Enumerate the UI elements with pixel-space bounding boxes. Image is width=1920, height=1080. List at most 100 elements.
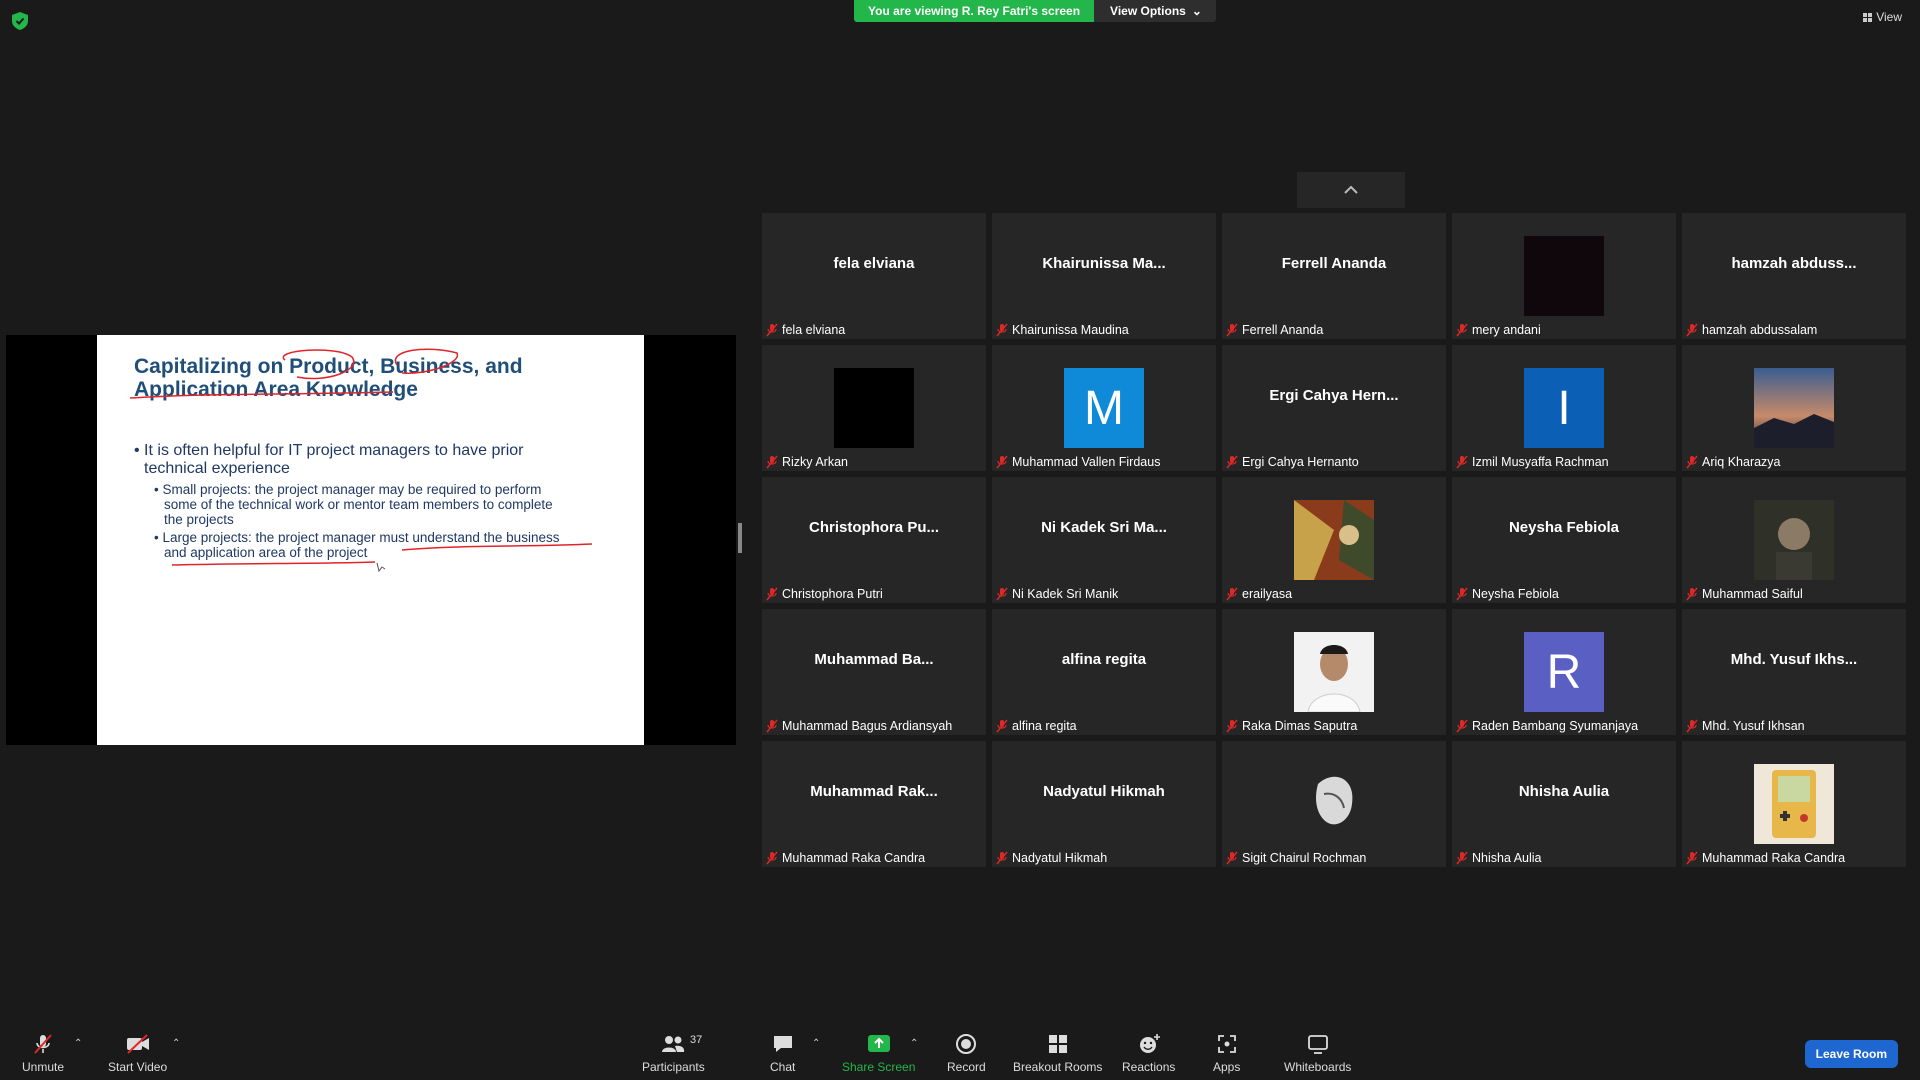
participant-tile[interactable]: alfina regita alfina regita	[992, 609, 1216, 735]
participant-tile[interactable]: Muhammad Raka Candra	[1682, 741, 1906, 867]
breakout-rooms-button[interactable]: Breakout Rooms	[1013, 1032, 1102, 1074]
participant-tile[interactable]: mery andani	[1452, 213, 1676, 339]
participant-display-name: hamzah abduss...	[1731, 255, 1857, 272]
participant-name: Muhammad Vallen Firdaus	[1012, 455, 1161, 469]
leave-room-button[interactable]: Leave Room	[1804, 1040, 1898, 1068]
participant-tile[interactable]: Mhd. Yusuf Ikhs... Mhd. Yusuf Ikhsan	[1682, 609, 1906, 735]
meeting-toolbar: Unmute ⌃ Start Video ⌃ Participants 37 C…	[0, 1018, 1920, 1080]
participant-nameplate: Rizky Arkan	[766, 455, 848, 469]
participant-tile[interactable]: Ariq Kharazya	[1682, 345, 1906, 471]
participant-gallery: fela elviana fela elviana Khairunissa Ma..…	[762, 213, 1908, 867]
participant-tile[interactable]: fela elviana fela elviana	[762, 213, 986, 339]
participant-photo-avatar	[1294, 764, 1374, 844]
participant-tile[interactable]: Muhammad Saiful	[1682, 477, 1906, 603]
participant-tile[interactable]: Neysha Febiola Neysha Febiola	[1452, 477, 1676, 603]
chevron-up-icon	[1344, 185, 1358, 194]
participant-tile[interactable]: Ferrell Ananda Ferrell Ananda	[1222, 213, 1446, 339]
participant-name: Khairunissa Maudina	[1012, 323, 1129, 337]
share-options-caret-icon[interactable]: ⌃	[910, 1038, 918, 1049]
reactions-label: Reactions	[1122, 1060, 1176, 1074]
participant-nameplate: Raden Bambang Syumanjaya	[1456, 719, 1638, 733]
unmute-button[interactable]: Unmute	[22, 1032, 64, 1074]
muted-mic-icon	[766, 719, 778, 733]
start-video-button[interactable]: Start Video	[108, 1032, 167, 1074]
reactions-button[interactable]: Reactions	[1122, 1032, 1175, 1074]
slide-bullet-line: technical experience	[144, 460, 290, 477]
participant-display-name: Mhd. Yusuf Ikhs...	[1730, 651, 1858, 668]
participant-tile[interactable]: I Izmil Musyaffa Rachman	[1452, 345, 1676, 471]
chat-label: Chat	[770, 1060, 796, 1074]
participant-tile[interactable]: Ergi Cahya Hern... Ergi Cahya Hernanto	[1222, 345, 1446, 471]
participant-nameplate: Neysha Febiola	[1456, 587, 1559, 601]
gallery-scroll-up-button[interactable]	[1297, 172, 1405, 208]
chat-options-caret-icon[interactable]: ⌃	[812, 1038, 820, 1049]
chat-button[interactable]: Chat	[770, 1032, 795, 1074]
participant-name: Nhisha Aulia	[1472, 851, 1542, 865]
slide-bullet: • It is often helpful for IT project man…	[134, 442, 614, 478]
participant-name: Muhammad Saiful	[1702, 587, 1803, 601]
participant-tile[interactable]: Raka Dimas Saputra	[1222, 609, 1446, 735]
participant-name: Christophora Putri	[782, 587, 883, 601]
slide-bullet-line: some of the technical work or mentor tea…	[164, 497, 553, 512]
record-label: Record	[947, 1060, 986, 1074]
participant-name: Ni Kadek Sri Manik	[1012, 587, 1119, 601]
participant-display-name: Ergi Cahya Hern...	[1269, 387, 1399, 404]
participant-tile[interactable]: hamzah abduss... hamzah abdussalam	[1682, 213, 1906, 339]
participant-nameplate: Muhammad Vallen Firdaus	[996, 455, 1160, 469]
participant-tile[interactable]: Christophora Pu... Christophora Putri	[762, 477, 986, 603]
video-options-caret-icon[interactable]: ⌃	[172, 1038, 180, 1049]
participant-tile[interactable]: Muhammad Rak... Muhammad Raka Candra	[762, 741, 986, 867]
view-button[interactable]: View	[1863, 10, 1902, 24]
view-options-button[interactable]: View Options ⌄	[1094, 0, 1216, 22]
resize-splitter[interactable]	[738, 523, 742, 553]
participant-photo-avatar	[1754, 764, 1834, 844]
participant-tile[interactable]: erailyasa	[1222, 477, 1446, 603]
participant-nameplate: fela elviana	[766, 323, 845, 337]
slide-body: • It is often helpful for IT project man…	[134, 442, 614, 563]
share-screen-button[interactable]: Share Screen	[842, 1032, 915, 1074]
participant-display-name: Ferrell Ananda	[1281, 255, 1387, 272]
participant-nameplate: Muhammad Raka Candra	[766, 851, 925, 865]
participant-name: alfina regita	[1012, 719, 1077, 733]
presentation-slide: Capitalizing on Product, Business, and A…	[97, 335, 644, 745]
participant-tile[interactable]: Ni Kadek Sri Ma... Ni Kadek Sri Manik	[992, 477, 1216, 603]
participant-name: erailyasa	[1242, 587, 1293, 601]
breakout-rooms-icon	[1048, 1035, 1067, 1053]
security-shield-icon[interactable]	[12, 12, 28, 30]
participant-display-name: Muhammad Ba...	[814, 651, 934, 668]
participant-tile[interactable]: Sigit Chairul Rochman	[1222, 741, 1446, 867]
audio-options-caret-icon[interactable]: ⌃	[74, 1038, 82, 1049]
participant-tile[interactable]: R Raden Bambang Syumanjaya	[1452, 609, 1676, 735]
muted-mic-icon	[1686, 851, 1698, 865]
slide-bullet-line: the projects	[164, 512, 234, 527]
participant-tile[interactable]: Khairunissa Ma... Khairunissa Maudina	[992, 213, 1216, 339]
participant-photo-avatar	[834, 368, 914, 448]
participant-nameplate: Mhd. Yusuf Ikhsan	[1686, 719, 1805, 733]
participant-nameplate: Ferrell Ananda	[1226, 323, 1323, 337]
muted-mic-icon	[766, 323, 778, 337]
participant-tile[interactable]: Muhammad Ba... Muhammad Bagus Ardiansyah	[762, 609, 986, 735]
participant-tile[interactable]: M Muhammad Vallen Firdaus	[992, 345, 1216, 471]
video-off-icon	[126, 1034, 149, 1054]
reactions-icon	[1139, 1034, 1160, 1053]
participant-photo-avatar	[1754, 500, 1834, 580]
participant-name: Ariq Kharazya	[1702, 455, 1781, 469]
whiteboards-button[interactable]: Whiteboards	[1284, 1032, 1351, 1074]
apps-button[interactable]: Apps	[1213, 1032, 1240, 1074]
participant-display-name: Christophora Pu...	[808, 519, 939, 536]
participant-nameplate: Ni Kadek Sri Manik	[996, 587, 1118, 601]
participant-tile[interactable]: Rizky Arkan	[762, 345, 986, 471]
participant-tile[interactable]: Nadyatul Hikmah Nadyatul Hikmah	[992, 741, 1216, 867]
view-label: View	[1876, 10, 1902, 24]
participant-display-name: Nadyatul Hikmah	[1043, 783, 1165, 800]
participant-tile[interactable]: Nhisha Aulia Nhisha Aulia	[1452, 741, 1676, 867]
participant-display-name: Khairunissa Ma...	[1042, 255, 1166, 272]
participant-nameplate: Khairunissa Maudina	[996, 323, 1129, 337]
apps-icon	[1217, 1035, 1236, 1053]
muted-mic-icon	[766, 587, 778, 601]
muted-mic-icon	[1226, 587, 1238, 601]
participant-name: Sigit Chairul Rochman	[1242, 851, 1367, 865]
record-button[interactable]: Record	[947, 1032, 986, 1074]
shared-screen: Capitalizing on Product, Business, and A…	[6, 335, 736, 745]
slide-bullet-line: • Large projects: the project manager mu…	[154, 530, 560, 545]
